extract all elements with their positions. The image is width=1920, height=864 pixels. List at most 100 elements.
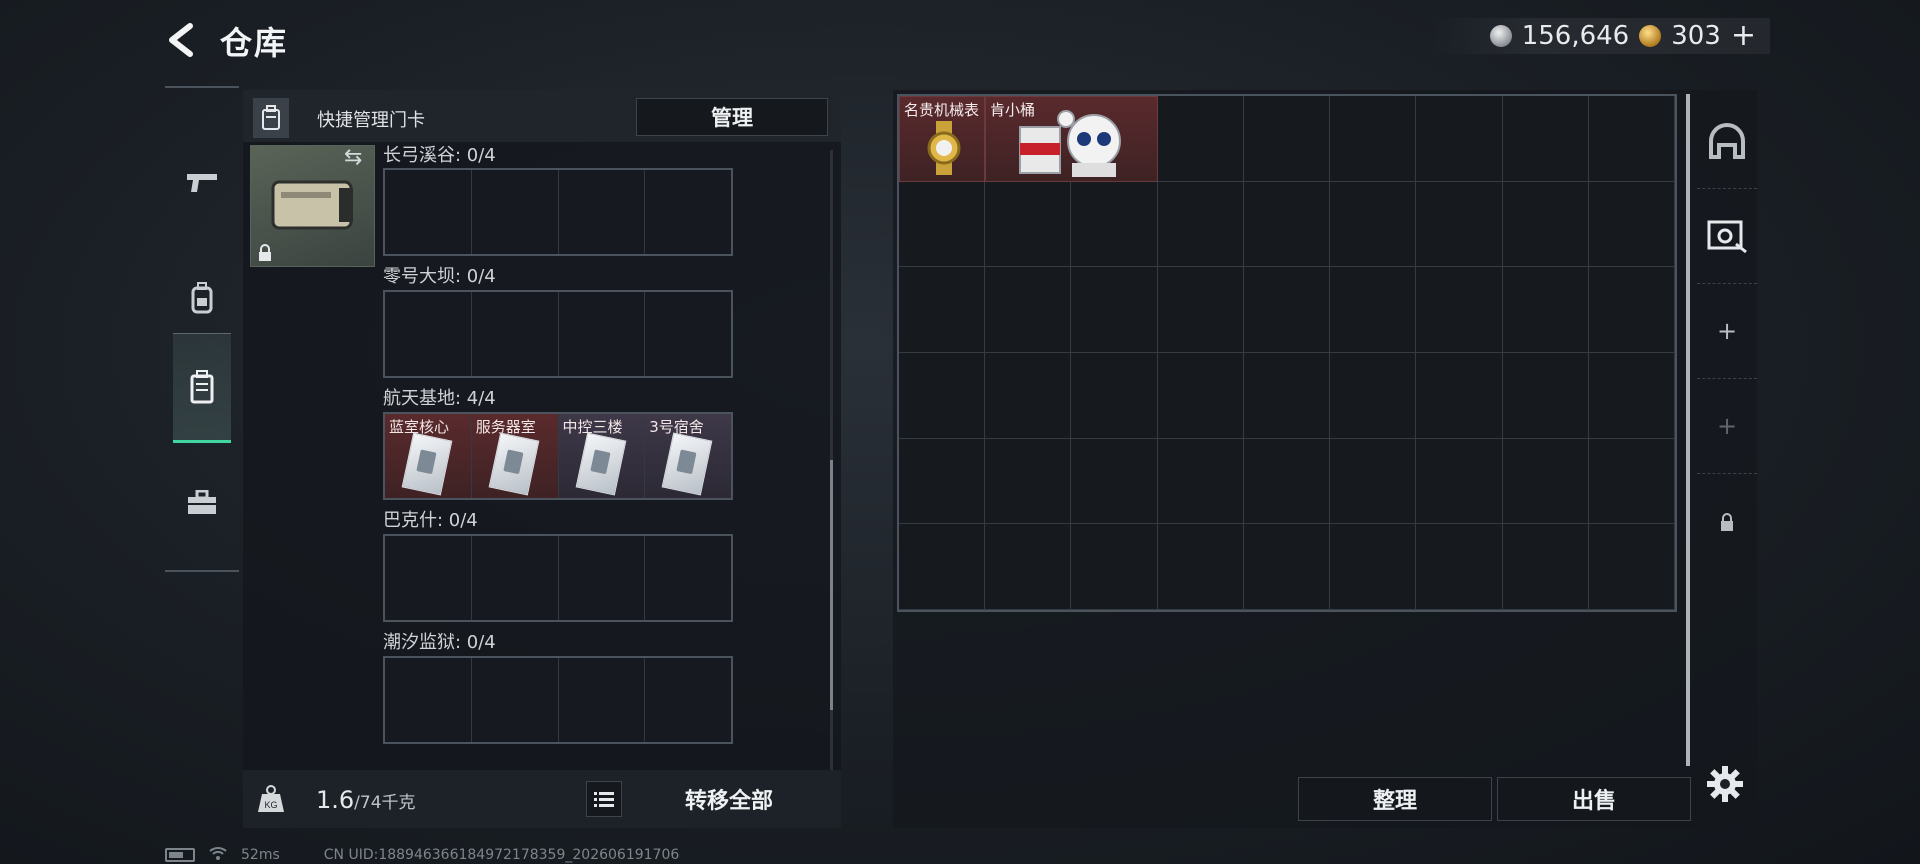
stash-cell[interactable] bbox=[1588, 181, 1675, 268]
list-view-button[interactable] bbox=[586, 781, 622, 817]
stash-cell[interactable] bbox=[1416, 524, 1503, 610]
stash-cell[interactable] bbox=[1330, 524, 1417, 610]
gold-coin-icon bbox=[1639, 25, 1662, 47]
keycard-slot[interactable] bbox=[645, 536, 731, 620]
keycard-slot[interactable] bbox=[385, 170, 472, 254]
stash-cell[interactable] bbox=[899, 438, 986, 525]
stash-cell[interactable] bbox=[1416, 352, 1503, 439]
stash-tab-locked[interactable] bbox=[1697, 474, 1757, 569]
stash-cell[interactable] bbox=[1502, 96, 1589, 182]
stash-cell[interactable] bbox=[1071, 267, 1158, 353]
stash-cell[interactable] bbox=[1502, 438, 1589, 525]
keycard-slot[interactable] bbox=[385, 292, 472, 376]
swap-icon[interactable]: ⇆ bbox=[344, 145, 362, 170]
stash-cell[interactable] bbox=[1502, 267, 1589, 353]
stash-cell[interactable] bbox=[1071, 524, 1158, 610]
settings-gear-icon[interactable] bbox=[1705, 764, 1745, 804]
keycard-slot[interactable] bbox=[645, 658, 731, 742]
stash-cell[interactable] bbox=[1502, 352, 1589, 439]
keycard-slot[interactable]: 3号宿舍 bbox=[645, 414, 731, 498]
stash-tab-tools[interactable] bbox=[1697, 189, 1757, 284]
stash-cell[interactable] bbox=[1243, 267, 1331, 353]
transfer-all-button[interactable]: 转移全部 bbox=[662, 782, 796, 816]
keycard-slot[interactable] bbox=[559, 658, 646, 742]
keycard-slot[interactable] bbox=[472, 536, 559, 620]
stash-cell[interactable] bbox=[985, 524, 1072, 610]
stash-cell[interactable] bbox=[985, 352, 1072, 439]
rail-item-keycard-case[interactable] bbox=[173, 333, 231, 443]
back-button[interactable] bbox=[162, 20, 202, 60]
sort-button[interactable]: 整理 bbox=[1298, 777, 1492, 821]
keycard-slot[interactable] bbox=[645, 170, 731, 254]
stash-cell[interactable] bbox=[985, 438, 1072, 525]
stash-cell[interactable] bbox=[899, 524, 986, 610]
stash-cell[interactable] bbox=[899, 352, 986, 439]
stash-tab-add[interactable]: + bbox=[1697, 284, 1757, 379]
keycard-slot[interactable] bbox=[472, 658, 559, 742]
ping-readout: 52ms bbox=[241, 847, 280, 863]
stash-cell[interactable] bbox=[1588, 267, 1675, 353]
rail-item-toolbox[interactable] bbox=[173, 448, 231, 558]
add-currency-button[interactable]: + bbox=[1731, 21, 1756, 51]
keycard-slot[interactable]: 蓝室核心 bbox=[385, 414, 472, 498]
stash-cell[interactable] bbox=[899, 181, 986, 268]
stash-cell[interactable] bbox=[1330, 96, 1417, 182]
keycard-slot[interactable] bbox=[385, 658, 472, 742]
stash-cell[interactable] bbox=[1330, 352, 1417, 439]
stash-cell[interactable] bbox=[1416, 181, 1503, 268]
keycard-slot[interactable] bbox=[645, 292, 731, 376]
stash-cell[interactable] bbox=[1330, 267, 1417, 353]
manage-button[interactable]: 管理 bbox=[636, 98, 828, 136]
stash-cell[interactable] bbox=[1243, 96, 1331, 182]
keycard-icon bbox=[488, 432, 540, 496]
stash-cell[interactable] bbox=[1243, 438, 1331, 525]
keycard-scroll-thumb[interactable] bbox=[830, 460, 833, 710]
stash-cell[interactable] bbox=[1588, 438, 1675, 525]
stash-cell[interactable] bbox=[985, 267, 1072, 353]
stash-cell[interactable] bbox=[1243, 524, 1331, 610]
stash-item-bucket-figure[interactable]: 肯小桶 bbox=[985, 96, 1158, 182]
keycard-slot[interactable]: 中控三楼 bbox=[558, 414, 646, 498]
stash-cell[interactable] bbox=[1071, 181, 1158, 268]
stash-cell[interactable] bbox=[1502, 524, 1589, 610]
keycard-slot[interactable] bbox=[472, 170, 559, 254]
stash-cell[interactable] bbox=[1071, 438, 1158, 525]
keycard-slot[interactable] bbox=[559, 292, 646, 376]
stash-tab-equipment[interactable] bbox=[1697, 94, 1757, 189]
stash-cell[interactable] bbox=[1416, 267, 1503, 353]
stash-item-watch[interactable]: 名贵机械表 bbox=[899, 96, 985, 182]
keycard-slot[interactable] bbox=[385, 536, 472, 620]
keycard-slot[interactable] bbox=[472, 292, 559, 376]
stash-cell[interactable] bbox=[1243, 181, 1331, 268]
stash-cell[interactable] bbox=[985, 181, 1072, 268]
stash-cell[interactable] bbox=[1071, 352, 1158, 439]
stash-cell[interactable] bbox=[1502, 181, 1589, 268]
stash-cell[interactable] bbox=[1588, 352, 1675, 439]
stash-cell[interactable] bbox=[1157, 181, 1244, 268]
sell-button[interactable]: 出售 bbox=[1497, 777, 1691, 821]
stash-cell[interactable] bbox=[1243, 352, 1331, 439]
stash-cell[interactable] bbox=[1157, 438, 1244, 525]
stash-tab-rail: + + bbox=[1697, 94, 1757, 574]
keycard-slot[interactable]: 服务器室 bbox=[471, 414, 559, 498]
stash-cell[interactable] bbox=[1330, 181, 1417, 268]
keycard-slot[interactable] bbox=[559, 536, 646, 620]
stash-scrollbar[interactable] bbox=[1686, 94, 1690, 766]
backpack-icon bbox=[191, 282, 213, 314]
stash-cell[interactable] bbox=[1157, 96, 1244, 182]
keycard-slot[interactable] bbox=[559, 170, 646, 254]
stash-cell[interactable] bbox=[1157, 524, 1244, 610]
stash-tab-add-disabled[interactable]: + bbox=[1697, 379, 1757, 474]
rail-item-weapons[interactable] bbox=[173, 128, 231, 238]
stash-cell[interactable] bbox=[1416, 96, 1503, 182]
figurine-icon bbox=[1019, 110, 1121, 177]
stash-cell[interactable] bbox=[1588, 524, 1675, 610]
stash-cell[interactable] bbox=[1157, 352, 1244, 439]
stash-cell[interactable] bbox=[1157, 267, 1244, 353]
category-rail bbox=[165, 86, 239, 572]
stash-cell[interactable] bbox=[1416, 438, 1503, 525]
stash-cell[interactable] bbox=[1588, 96, 1675, 182]
stash-cell[interactable] bbox=[899, 267, 986, 353]
stash-cell[interactable] bbox=[1330, 438, 1417, 525]
silver-balance: 156,646 bbox=[1521, 21, 1630, 51]
